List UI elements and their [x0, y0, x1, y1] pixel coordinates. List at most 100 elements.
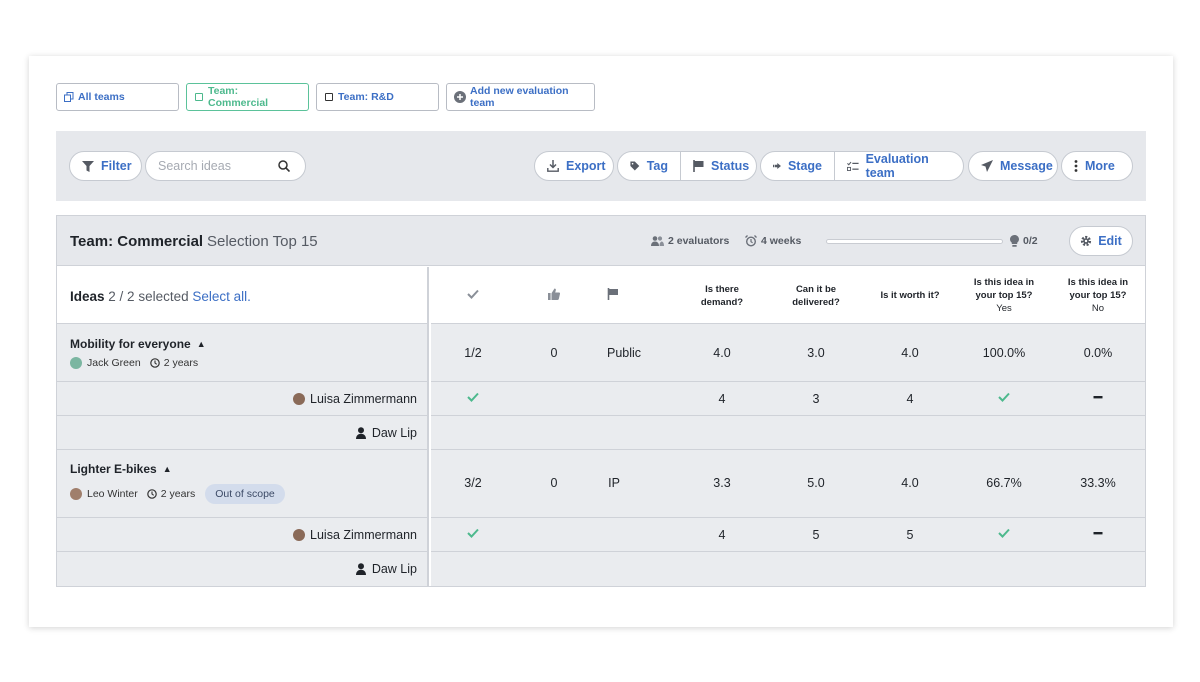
evaluation-row: Daw Lip: [57, 416, 427, 450]
more-label: More: [1085, 159, 1115, 173]
score-delivered: 5.0: [807, 476, 825, 490]
status-badge: Out of scope: [205, 484, 285, 504]
score-worth: 4.0: [901, 476, 919, 490]
evaluation-scores-row: 4 5 5: [431, 518, 1145, 552]
flag-icon: [693, 160, 704, 172]
tab-team-commercial[interactable]: Team: Commercial: [186, 83, 309, 111]
message-label: Message: [1000, 159, 1053, 173]
avatar: [70, 357, 82, 369]
score-top-no: 0.0%: [1083, 346, 1113, 360]
stage-label: Stage: [787, 159, 822, 173]
tag-label: Tag: [646, 159, 668, 173]
add-evaluation-team-button[interactable]: Add new evaluation team: [446, 83, 595, 111]
checkmark-icon: [467, 289, 479, 299]
checkmark-icon: [998, 528, 1010, 538]
score-worth: 5: [906, 528, 914, 542]
clock-icon: [149, 358, 160, 368]
score-demand: 3.3: [713, 476, 731, 490]
dash-icon: [1093, 532, 1103, 535]
idea-scores-row: 1/2 0 Public 4.0 3.0 4.0 100.0% 0.0%: [431, 324, 1145, 382]
tab-team-rnd[interactable]: Team: R&D: [316, 83, 439, 111]
tab-label: Team: Commercial: [207, 85, 269, 109]
tag-status-group: Tag Status: [617, 151, 757, 181]
idea-age: 2 years: [160, 488, 196, 500]
score-delivered: 5: [812, 528, 820, 542]
idea-title[interactable]: Lighter E-bikes: [70, 462, 157, 476]
user-silhouette-icon: [355, 563, 366, 575]
avatar: [293, 393, 306, 405]
evaluation-panel: Team: Commercial Selection Top 15 2 eval…: [56, 215, 1146, 587]
idea-age: 2 years: [163, 357, 199, 369]
idea-status: IP: [608, 476, 620, 490]
search-icon[interactable]: [278, 160, 290, 172]
evaluation-scores-row: [431, 552, 1145, 586]
arrow-right-icon: [773, 162, 781, 170]
tab-label: Team: R&D: [338, 91, 394, 103]
users-icon: [651, 236, 664, 246]
column-header-top-no-sub: No: [1091, 303, 1105, 314]
score-top-no: 33.3%: [1080, 476, 1116, 490]
column-header-top-yes: Is this idea in your top 15? Yes: [964, 276, 1044, 315]
export-button[interactable]: Export: [534, 151, 614, 181]
more-vertical-icon: [1074, 160, 1078, 172]
copy-icon: [64, 92, 74, 102]
filter-icon: [82, 160, 94, 172]
message-button[interactable]: Message: [968, 151, 1058, 181]
score-top-yes: 100.0%: [982, 346, 1026, 360]
stage-evalteam-group: Stage Evaluation team: [760, 151, 964, 181]
avatar: [70, 488, 82, 500]
ideas-column: Ideas 2 / 2 selected Select all. Mobilit…: [57, 267, 429, 586]
panel-header: Team: Commercial Selection Top 15 2 eval…: [57, 216, 1145, 266]
checklist-icon: [847, 161, 859, 171]
evaluation-team-label: Evaluation team: [865, 152, 929, 180]
score-top-yes: 66.7%: [986, 476, 1022, 490]
gear-icon: [1081, 235, 1092, 247]
select-all-link[interactable]: Select all.: [192, 289, 251, 304]
avatar: [293, 529, 306, 541]
chevron-up-icon[interactable]: ▲: [163, 464, 172, 474]
send-icon: [981, 160, 993, 172]
idea-title[interactable]: Mobility for everyone: [70, 337, 191, 351]
idea-author: Leo Winter: [87, 488, 138, 500]
score-worth: 4: [906, 392, 914, 406]
status-button[interactable]: Status: [680, 152, 761, 180]
checkmark-icon: [467, 392, 479, 402]
evaluation-team-button[interactable]: Evaluation team: [834, 152, 963, 180]
evaluations-done: 1/2: [464, 346, 482, 360]
alarm-clock-icon: [745, 235, 757, 247]
column-header-top-yes-label: Is this idea in your top 15?: [973, 277, 1035, 301]
panel-title: Team: Commercial: [70, 233, 204, 250]
score-delivered: 3.0: [807, 346, 825, 360]
score-demand: 4: [718, 392, 726, 406]
idea-row[interactable]: Lighter E-bikes ▲ Leo Winter 2 years Out…: [57, 450, 427, 518]
selected-count: 2 / 2 selected: [108, 289, 189, 304]
ideas-label: Ideas: [70, 289, 105, 304]
idea-author: Jack Green: [87, 357, 141, 369]
idea-row[interactable]: Mobility for everyone ▲ Jack Green 2 yea…: [57, 324, 427, 382]
ideas-header: Ideas 2 / 2 selected Select all.: [57, 267, 427, 324]
score-demand: 4.0: [713, 346, 731, 360]
checkmark-icon: [467, 528, 479, 538]
tab-all-teams[interactable]: All teams: [56, 83, 179, 111]
evaluators-count: 2 evaluators: [651, 235, 729, 247]
column-header-top-yes-sub: Yes: [996, 303, 1012, 314]
tag-button[interactable]: Tag: [618, 152, 680, 180]
evaluation-row: Daw Lip: [57, 552, 427, 586]
stage-button[interactable]: Stage: [761, 152, 834, 180]
score-delivered: 3: [812, 392, 820, 406]
lightbulb-icon: [1010, 235, 1019, 247]
team-tabs: All teams Team: Commercial Team: R&D Add…: [56, 83, 595, 111]
filter-button[interactable]: Filter: [69, 151, 142, 181]
status-label: Status: [711, 159, 750, 173]
flag-icon: [607, 288, 618, 300]
edit-button[interactable]: Edit: [1069, 226, 1133, 256]
idea-status: Public: [606, 346, 642, 360]
evaluators-text: 2 evaluators: [668, 235, 730, 247]
likes-count: 0: [550, 476, 558, 490]
evaluation-scores-row: 4 3 4: [431, 382, 1145, 416]
chevron-up-icon[interactable]: ▲: [197, 339, 206, 349]
progress-count: 0/2: [1010, 235, 1038, 247]
scores-column: Is there demand? Can it be delivered? Is…: [431, 267, 1145, 586]
search-input[interactable]: [158, 159, 276, 173]
more-button[interactable]: More: [1061, 151, 1133, 181]
